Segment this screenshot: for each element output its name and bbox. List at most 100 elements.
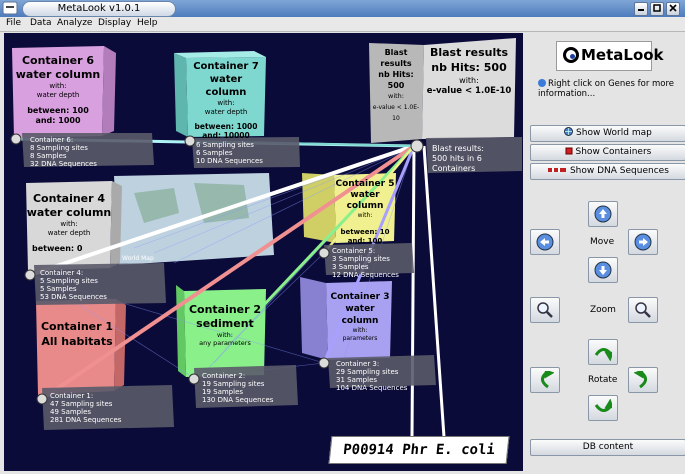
- rotate-arrow-icon: [594, 348, 612, 361]
- container-1-label-line: 49 Samples: [50, 408, 92, 416]
- container-7-label: 6 Sampling sites 6 Samples 10 DNA Sequen…: [196, 141, 263, 165]
- zoom-label: Zoom: [590, 305, 616, 315]
- show-containers-label: Show Containers: [575, 147, 652, 157]
- title-bar[interactable]: MetaLook v1.0.1: [0, 0, 685, 18]
- blast-front-line: e-value < 1.0E-10: [426, 86, 512, 96]
- dna-icon: [548, 168, 567, 172]
- node-container-4: [24, 269, 36, 281]
- move-down-button[interactable]: [588, 257, 618, 283]
- menu-help[interactable]: Help: [137, 18, 158, 28]
- minimize-button[interactable]: [634, 2, 648, 16]
- rotate-down-button[interactable]: [588, 395, 618, 421]
- container-5-title: Container 5: [335, 179, 395, 189]
- arrow-up-icon: [594, 205, 612, 223]
- menu-analyze[interactable]: Analyze: [57, 18, 92, 28]
- logo-eye-icon: [563, 47, 579, 63]
- rotate-label: Rotate: [588, 375, 618, 385]
- arrow-down-icon: [594, 261, 612, 279]
- move-up-button[interactable]: [588, 201, 618, 227]
- node-blast: [410, 139, 424, 153]
- container-6-title-block[interactable]: Container 6 water column with: water dep…: [14, 54, 102, 126]
- container-3-label-line: Container 3:: [336, 360, 380, 368]
- maximize-button[interactable]: [650, 2, 664, 16]
- menu-bar: File Data Analyze Display Help: [0, 17, 685, 32]
- container-7-label-line: 6 Sampling sites: [196, 141, 254, 149]
- menu-file[interactable]: File: [6, 18, 21, 28]
- container-5-line-2: with:: [357, 212, 373, 219]
- info-message: Right click on Genes for more informatio…: [538, 79, 675, 99]
- rotate-left-button[interactable]: [530, 367, 560, 393]
- container-7-title-block[interactable]: Container 7 water column with: water dep…: [188, 60, 264, 140]
- container-1-label-line: Container 1:: [50, 392, 94, 400]
- rotate-arrow-icon: [594, 399, 612, 412]
- blast-front-line: with:: [459, 76, 479, 85]
- arrow-right-icon: [634, 233, 652, 251]
- container-3-line-1: water column: [341, 304, 379, 326]
- node-container-6: [10, 133, 22, 145]
- globe-icon: [564, 127, 574, 136]
- container-1-title: Container 1: [40, 320, 114, 333]
- window-menu-icon[interactable]: [2, 1, 18, 15]
- db-content-button[interactable]: DB content: [530, 439, 685, 456]
- container-6-title: Container 6: [21, 54, 95, 67]
- container-2-title-block[interactable]: Container 2 sediment with: any parameter…: [186, 303, 264, 347]
- container-1-title-block[interactable]: Container 1 All habitats: [38, 319, 116, 349]
- magnifier-icon: [635, 302, 651, 318]
- node-container-3: [318, 357, 330, 369]
- show-world-map-button[interactable]: Show World map: [530, 125, 685, 142]
- container-7-label-line: 10 DNA Sequences: [196, 157, 263, 165]
- container-3-label-line: 104 DNA Sequences: [336, 384, 408, 392]
- container-1-label: Container 1: 47 Sampling sites 49 Sample…: [50, 392, 121, 424]
- container-5-label-line: 12 DNA Sequences: [332, 271, 399, 279]
- container-2-label: Container 2: 19 Sampling sites 19 Sample…: [202, 372, 273, 404]
- show-world-map-label: Show World map: [576, 128, 652, 138]
- rotate-right-button[interactable]: [628, 367, 658, 393]
- 3d-viewport[interactable]: Container 6 water column with: water dep…: [4, 33, 523, 471]
- container-5-label-line: 3 Sampling sites: [332, 255, 390, 263]
- container-4-title-block[interactable]: Container 4 water column with: water dep…: [26, 192, 112, 254]
- rotate-arrow-icon: [541, 371, 554, 389]
- container-4-label-line: 53 DNA Sequences: [40, 293, 107, 301]
- container-2-label-line: 19 Sampling sites: [202, 380, 265, 388]
- container-5-label: Container 5: 3 Sampling sites 3 Samples …: [332, 247, 399, 279]
- maximize-icon: [653, 4, 661, 12]
- blast-label: Blast results: 500 hits in 6 Containers: [432, 144, 523, 174]
- container-6-line-1: water column: [15, 68, 101, 81]
- container-7-line-4: between: 1000: [194, 122, 258, 131]
- container-4-line-4: between: 0: [32, 244, 83, 253]
- show-dna-sequences-button[interactable]: Show DNA Sequences: [530, 163, 685, 180]
- container-7-line-2: with:: [217, 99, 235, 107]
- move-left-button[interactable]: [530, 229, 560, 255]
- container-3-line-2: with:: [352, 327, 368, 334]
- info-text: Right click on Genes for more informatio…: [538, 79, 678, 99]
- close-button[interactable]: [666, 2, 680, 16]
- container-4-line-1: water column: [26, 206, 112, 219]
- blast-side-text: Blast results nb Hits: 500 with: e-value…: [370, 47, 422, 124]
- container-7-line-5: and: 10000: [202, 131, 250, 140]
- magnifier-icon: [537, 302, 553, 318]
- zoom-out-button[interactable]: [530, 297, 560, 323]
- menu-data[interactable]: Data: [30, 18, 52, 28]
- move-right-button[interactable]: [628, 229, 658, 255]
- container-5-title-block[interactable]: Container 5 water column with: between: …: [334, 179, 396, 246]
- container-5-line-4: and: 100: [347, 237, 383, 245]
- container-cube-icon: [565, 147, 573, 155]
- show-containers-button[interactable]: Show Containers: [530, 144, 685, 161]
- zoom-in-button[interactable]: [628, 297, 658, 323]
- container-4-line-2: with:: [60, 220, 78, 228]
- container-4-label-line: Container 4:: [40, 269, 84, 277]
- container-3-title-block[interactable]: Container 3 water column with: parameter…: [328, 291, 392, 343]
- blast-front-text[interactable]: Blast results nb Hits: 500 with: e-value…: [424, 45, 514, 97]
- blast-side-line: e-value < 1.0E-10: [372, 104, 420, 122]
- container-7-line-3: water depth: [204, 108, 248, 116]
- node-container-2: [188, 373, 200, 385]
- container-6-label: Container 6: 8 Sampling sites 8 Samples …: [30, 136, 97, 168]
- rotate-up-button[interactable]: [588, 339, 618, 365]
- container-2-line-2: with:: [217, 331, 233, 339]
- container-6-line-2: with:: [49, 82, 67, 90]
- blast-front-line: nb Hits: 500: [431, 61, 507, 74]
- gene-label[interactable]: P00914 Phr E. coli: [328, 436, 510, 464]
- menu-display[interactable]: Display: [98, 18, 131, 28]
- move-label: Move: [590, 237, 615, 247]
- node-container-1: [36, 393, 48, 405]
